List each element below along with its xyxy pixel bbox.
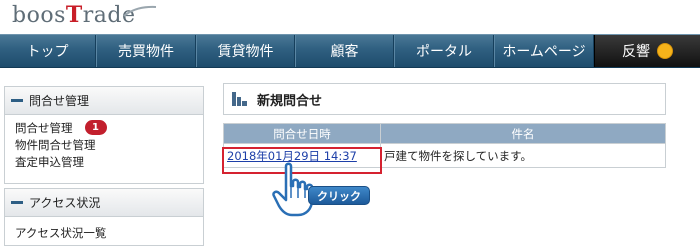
nav-top[interactable]: トップ: [0, 35, 96, 67]
nav-rental-properties[interactable]: 賃貸物件: [196, 35, 295, 67]
nav-sale-properties-label: 売買物件: [118, 44, 174, 60]
column-header-subject: 件名: [380, 123, 666, 144]
nav-sale-properties[interactable]: 売買物件: [96, 35, 196, 67]
subject-cell: 戸建て物件を探しています。: [380, 143, 666, 168]
page-title: 新規問合せ: [257, 93, 323, 109]
sidebar-item-access-list[interactable]: アクセス状況一覧: [15, 224, 203, 241]
dash-icon: [11, 99, 23, 102]
sidebar-inquiry-panel: 問合せ管理 問合せ管理 1 物件問合せ管理 査定申込管理: [4, 86, 204, 184]
app-logo[interactable]: boosTrade: [12, 2, 157, 30]
nav-homepage-label: ホームページ: [502, 44, 586, 60]
nav-portal[interactable]: ポータル: [394, 35, 494, 67]
nav-homepage[interactable]: ホームページ: [494, 35, 594, 67]
sidebar-inquiry-header: 問合せ管理: [5, 87, 203, 115]
logo-text-part2: T: [65, 2, 83, 28]
sidebar-item-label: 問合せ管理: [15, 120, 73, 135]
click-label-badge: クリック: [308, 186, 370, 205]
nav-responses[interactable]: 反響: [594, 35, 700, 67]
sidebar-item-label: アクセス状況一覧: [15, 225, 107, 240]
sidebar-access-panel: アクセス状況 アクセス状況一覧: [4, 188, 204, 246]
unread-count-badge: 1: [84, 120, 107, 135]
sidebar-item-label: 査定申込管理: [15, 154, 84, 169]
main-nav: トップ 売買物件 賃貸物件 顧客 ポータル ホームページ 反響: [0, 34, 700, 68]
table-header-row: 問合せ日時 件名: [223, 123, 666, 144]
click-label-text: クリック: [317, 189, 361, 203]
sidebar-item-label: 物件問合せ管理: [15, 137, 96, 152]
nav-customers-label: 顧客: [330, 44, 359, 60]
column-header-date: 問合せ日時: [223, 123, 381, 144]
sidebar-inquiry-heading: 問合せ管理: [29, 94, 90, 108]
chart-bars-icon: [232, 92, 248, 106]
nav-top-label: トップ: [26, 44, 69, 60]
notification-dot-icon: [657, 43, 673, 59]
sidebar-item-inquiry-management[interactable]: 問合せ管理 1: [15, 119, 203, 136]
logo-swoosh-icon: [123, 5, 157, 17]
nav-customers[interactable]: 顧客: [295, 35, 394, 67]
logo-text-part1: boos: [12, 3, 66, 28]
new-inquiries-header: 新規問合せ: [223, 83, 666, 115]
sidebar-item-property-inquiries[interactable]: 物件問合せ管理: [15, 136, 203, 153]
sidebar-access-heading: アクセス状況: [29, 196, 101, 210]
dash-icon: [11, 201, 23, 204]
nav-rental-properties-label: 賃貸物件: [217, 44, 274, 60]
nav-portal-label: ポータル: [416, 44, 472, 60]
sidebar-item-appraisal-requests[interactable]: 査定申込管理: [15, 153, 203, 170]
sidebar-access-header: アクセス状況: [5, 189, 203, 217]
nav-responses-label: 反響: [622, 44, 650, 60]
